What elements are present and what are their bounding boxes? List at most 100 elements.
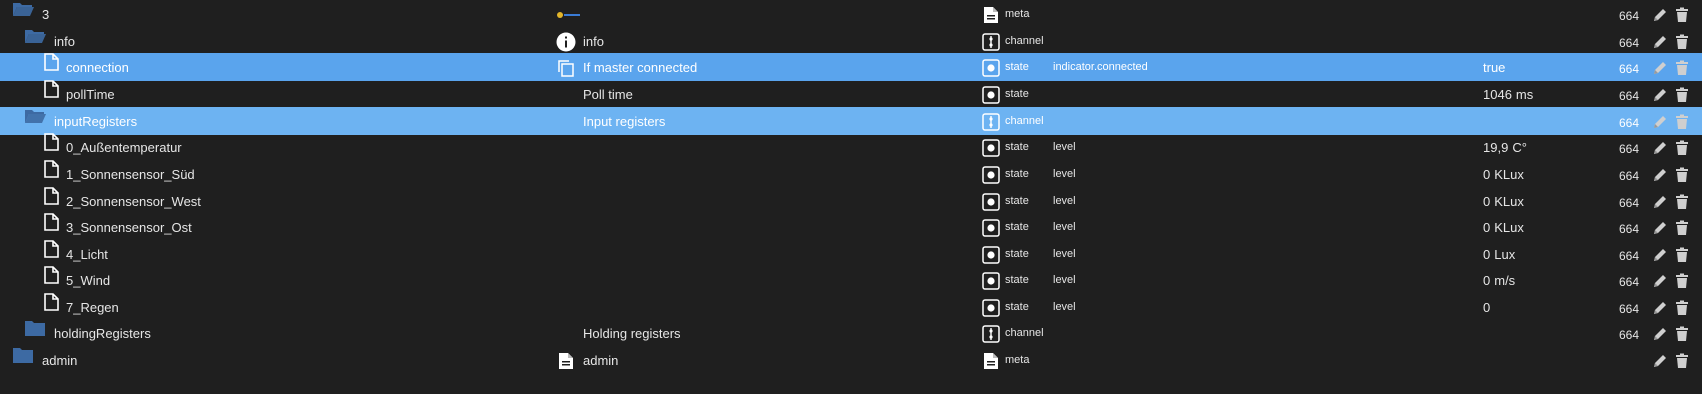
state-value[interactable]: 0 m/s [1483, 266, 1515, 294]
copy-icon[interactable] [556, 58, 576, 78]
state-value[interactable]: 0 [1483, 293, 1490, 321]
tree-row-r3[interactable]: 3_Sonnensensor_Ost state level 0 KLux 664 [0, 213, 1702, 241]
folder-icon[interactable] [12, 346, 34, 364]
object-name: info [583, 33, 604, 49]
state-value[interactable]: 0 KLux [1483, 160, 1524, 188]
folder-icon[interactable] [24, 319, 46, 337]
edit-button[interactable] [1651, 193, 1669, 211]
edit-button[interactable] [1651, 86, 1669, 104]
state-value[interactable]: true [1483, 53, 1505, 81]
folder-open-icon[interactable] [24, 107, 46, 125]
tree-row-polltime[interactable]: pollTime Poll time state 1046 ms 664 [0, 80, 1702, 108]
trash-icon [1676, 300, 1688, 315]
edit-button[interactable] [1651, 272, 1669, 290]
object-name: Holding registers [583, 325, 681, 341]
object-role: level [1053, 168, 1076, 180]
adapter-logo-icon [556, 5, 582, 25]
delete-button[interactable] [1673, 246, 1691, 264]
edit-button[interactable] [1651, 299, 1669, 317]
state-value[interactable]: 0 Lux [1483, 240, 1515, 268]
pencil-icon [1654, 222, 1666, 234]
state-icon-glyph [982, 166, 1000, 184]
state-icon-glyph [982, 219, 1000, 237]
tree-row-r7[interactable]: 7_Regen state level 0 664 [0, 293, 1702, 321]
tree-row-r5[interactable]: 5_Wind state level 0 m/s 664 [0, 266, 1702, 294]
copy-icon-glyph [558, 60, 574, 77]
trash-icon [1676, 273, 1688, 288]
state-value[interactable]: 19,9 C° [1483, 133, 1527, 161]
pencil-icon [1654, 116, 1666, 128]
edit-button[interactable] [1651, 166, 1669, 184]
object-type: state [1005, 61, 1029, 73]
edit-button[interactable] [1651, 113, 1669, 131]
object-id-label: 3 [42, 6, 50, 22]
state-icon [981, 271, 1001, 291]
edit-button[interactable] [1651, 246, 1669, 264]
tree-row-r2[interactable]: 2_Sonnensensor_West state level 0 KLux 664 [0, 187, 1702, 215]
object-role: level [1053, 195, 1076, 207]
file-text-icon-glyph [559, 353, 573, 369]
tree-row-info[interactable]: info info channel 664 [0, 27, 1702, 55]
channel-icon [981, 112, 1001, 132]
object-id-label: 3_Sonnensensor_Ost [66, 219, 192, 235]
delete-button[interactable] [1673, 325, 1691, 343]
delete-button[interactable] [1673, 272, 1691, 290]
acl-value: 664 [1619, 169, 1640, 183]
value-text: 19,9 [1483, 139, 1509, 155]
state-value[interactable]: 0 KLux [1483, 213, 1524, 241]
object-type: channel [1005, 35, 1044, 47]
delete-button[interactable] [1673, 352, 1691, 370]
delete-button[interactable] [1673, 6, 1691, 24]
object-id-label: 7_Regen [66, 299, 119, 315]
delete-button[interactable] [1673, 193, 1691, 211]
delete-button[interactable] [1673, 219, 1691, 237]
state-icon-glyph [982, 299, 1000, 317]
trash-icon [1676, 7, 1688, 22]
edit-button[interactable] [1651, 59, 1669, 77]
tree-row-r4[interactable]: 4_Licht state level 0 Lux 664 [0, 240, 1702, 268]
tree-row-inputregisters[interactable]: inputRegisters Input registers channel 664 [0, 107, 1702, 135]
state-value[interactable]: 1046 ms [1483, 80, 1533, 108]
delete-button[interactable] [1673, 86, 1691, 104]
edit-button[interactable] [1651, 219, 1669, 237]
delete-button[interactable] [1673, 299, 1691, 317]
tree-row-r0[interactable]: 0_Außentemperatur state level 19,9 C° 664 [0, 133, 1702, 161]
file-icon [40, 293, 62, 311]
edit-button[interactable] [1651, 33, 1669, 51]
value-unit: Lux [1494, 246, 1516, 262]
value-text: 0 [1483, 299, 1491, 315]
edit-button[interactable] [1651, 325, 1669, 343]
tree-row-holdingregisters[interactable]: holdingRegisters Holding registers channel… [0, 319, 1702, 347]
edit-button[interactable] [1651, 352, 1669, 370]
delete-button[interactable] [1673, 139, 1691, 157]
channel-icon-glyph [982, 325, 1000, 343]
delete-button[interactable] [1673, 33, 1691, 51]
acl-value: 664 [1619, 9, 1640, 23]
object-id-label: 4_Licht [66, 246, 108, 262]
value-text: 0 [1483, 166, 1491, 182]
delete-button[interactable] [1673, 113, 1691, 131]
trash-icon [1676, 60, 1688, 75]
pencil-icon [1654, 249, 1666, 261]
tree-row-admin[interactable]: admin admin meta [0, 346, 1702, 374]
object-id-label: connection [66, 59, 129, 75]
file-icon-glyph [44, 213, 59, 231]
object-id-label: holdingRegisters [54, 325, 151, 341]
state-icon [981, 218, 1001, 238]
edit-button[interactable] [1651, 6, 1669, 24]
file-text-icon [981, 351, 1001, 371]
file-text-icon-glyph [984, 353, 998, 369]
folder-open-icon[interactable] [24, 27, 46, 45]
state-value[interactable]: 0 KLux [1483, 187, 1524, 215]
folder-icon-glyph [13, 348, 33, 363]
tree-row-3[interactable]: 3 meta 664 [0, 0, 1702, 28]
tree-row-connection[interactable]: connection If master connected state indica… [0, 53, 1702, 81]
edit-button[interactable] [1651, 139, 1669, 157]
pencil-icon [1654, 142, 1666, 154]
adapter-logo-icon-glyph [557, 12, 580, 18]
folder-open-icon[interactable] [12, 0, 34, 18]
delete-button[interactable] [1673, 59, 1691, 77]
delete-button[interactable] [1673, 166, 1691, 184]
tree-row-r1[interactable]: 1_Sonnensensor_Süd state level 0 KLux 664 [0, 160, 1702, 188]
object-id-label: inputRegisters [54, 113, 138, 129]
